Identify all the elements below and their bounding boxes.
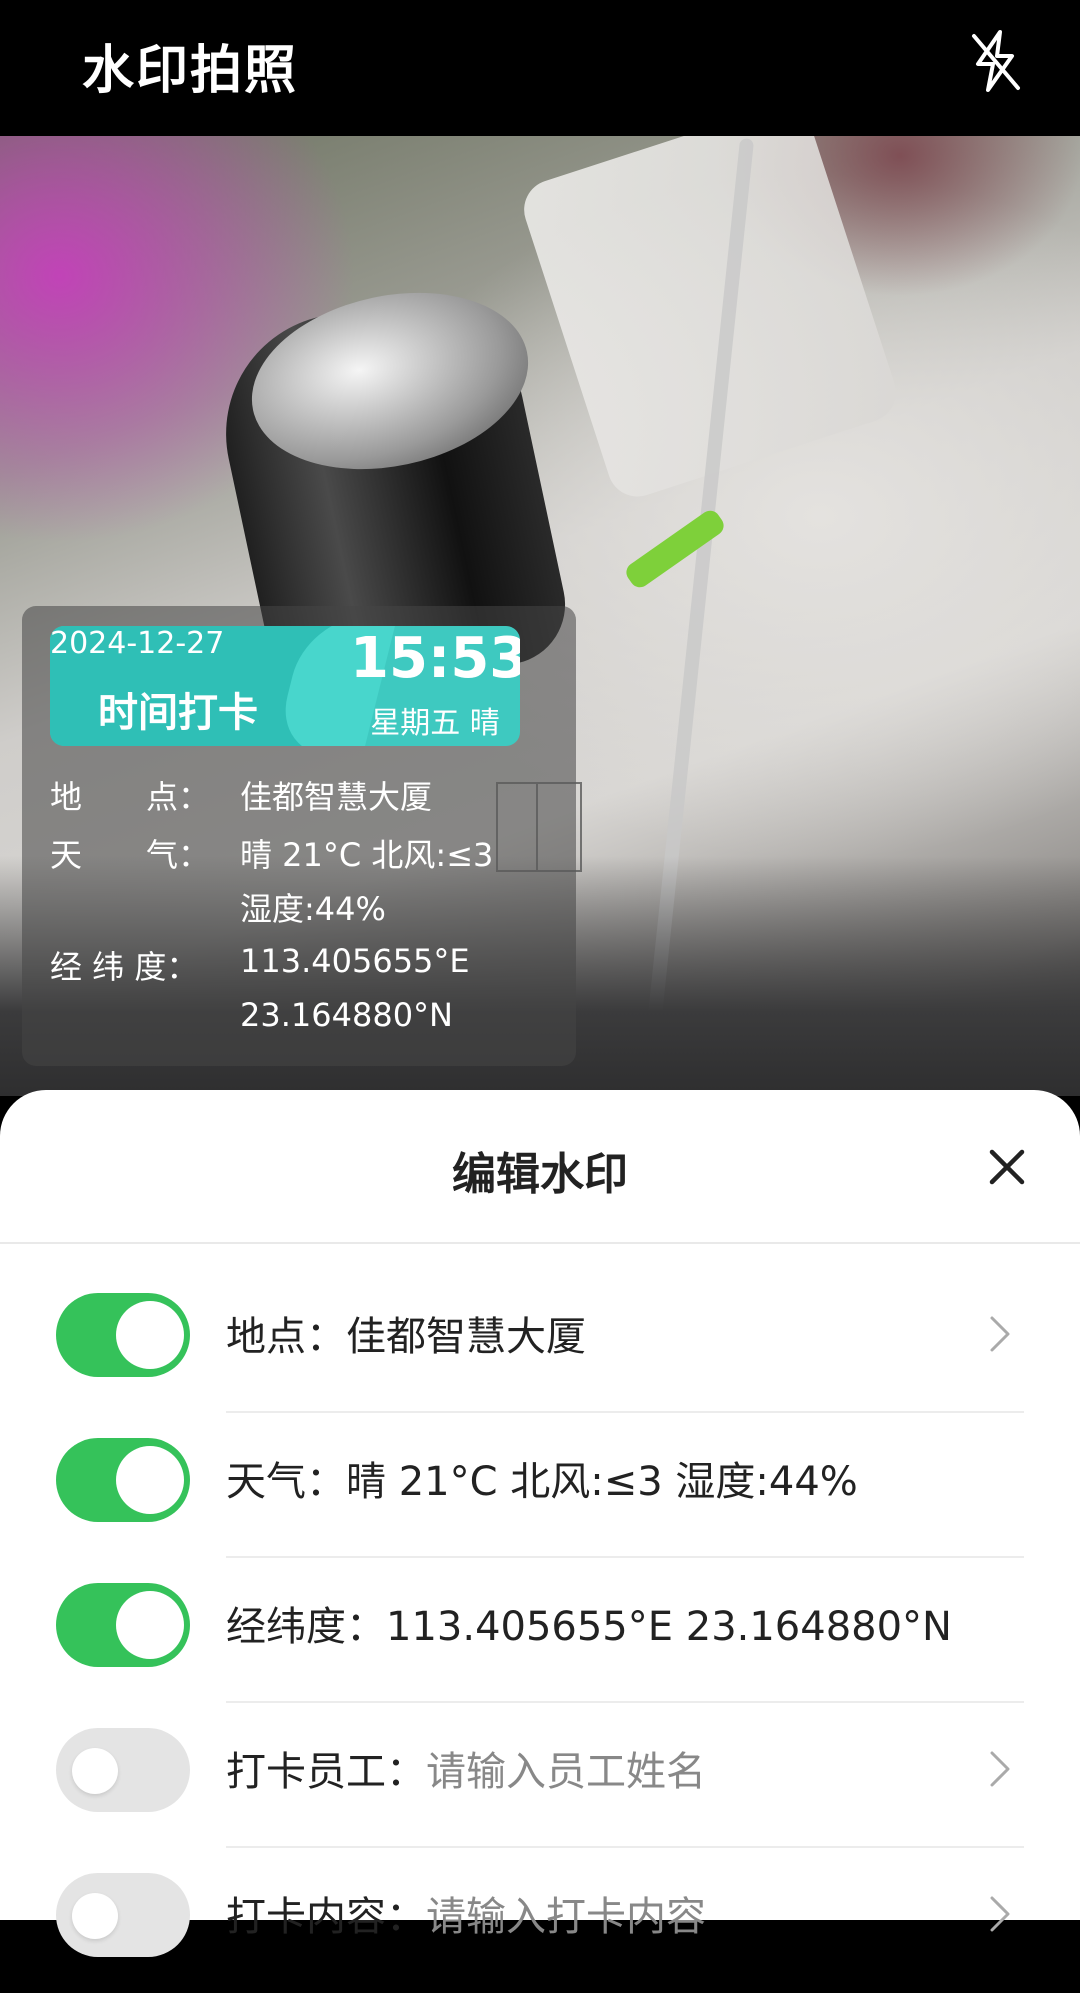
- coordinates-toggle[interactable]: [56, 1583, 190, 1667]
- page-title: 水印拍照: [82, 41, 299, 101]
- watermark-row-coordinates: 经 纬 度： 113.405655°E: [50, 942, 470, 988]
- setting-label: 打卡员工：: [226, 1749, 426, 1795]
- setting-item-weather[interactable]: 天气：晴 21°C 北风:≤3 湿度:44%: [0, 1413, 1080, 1558]
- watermark-row-key: 地 点：: [50, 778, 211, 816]
- chevron-right-icon[interactable]: [988, 1894, 1012, 1934]
- watermark-row-key: 天 气：: [50, 836, 211, 874]
- setting-label: 打卡内容：: [226, 1894, 426, 1940]
- setting-label: 天气：: [226, 1459, 346, 1505]
- watermark-title: 时间打卡: [98, 690, 258, 736]
- setting-item-content[interactable]: 打卡内容：请输入打卡内容: [0, 1848, 1080, 1993]
- setting-item-text: 经纬度：113.405655°E 23.164880°N: [226, 1594, 952, 1652]
- edit-watermark-sheet: 编辑水印 地点：佳都智慧大厦 天气：晴 21°C 北风:≤3 湿度:44% 经纬…: [0, 1090, 1080, 1957]
- setting-item-location[interactable]: 地点：佳都智慧大厦: [0, 1268, 1080, 1413]
- setting-value: 晴 21°C 北风:≤3 湿度:44%: [346, 1459, 858, 1505]
- content-toggle[interactable]: [56, 1873, 190, 1957]
- preview-object: [622, 506, 728, 592]
- setting-item-coordinates[interactable]: 经纬度：113.405655°E 23.164880°N: [0, 1558, 1080, 1703]
- toggle-knob: [72, 1748, 118, 1794]
- setting-label: 经纬度：: [226, 1604, 386, 1650]
- watermark-row-value: 23.164880°N: [240, 996, 453, 1034]
- watermark-weekday-weather: 星期五 晴: [370, 706, 500, 741]
- watermark-row-value: 113.405655°E: [240, 942, 470, 980]
- setting-item-text: 打卡内容：请输入打卡内容: [226, 1884, 706, 1942]
- watermark-row-coordinates-cont: 23.164880°N: [50, 996, 453, 1034]
- weather-toggle[interactable]: [56, 1438, 190, 1522]
- watermark-row-weather: 天 气： 晴 21°C 北风:≤3: [50, 830, 493, 876]
- watermark-row-key: 经 纬 度：: [50, 948, 199, 986]
- top-bar: 水印拍照: [0, 0, 1080, 136]
- location-toggle[interactable]: [56, 1293, 190, 1377]
- watermark-row-value: 湿度:44%: [240, 890, 386, 928]
- setting-item-text: 天气：晴 21°C 北风:≤3 湿度:44%: [226, 1449, 858, 1507]
- chevron-right-icon[interactable]: [988, 1749, 1012, 1789]
- setting-label: 地点：: [226, 1314, 346, 1360]
- flash-off-icon[interactable]: [960, 26, 1030, 96]
- chevron-right-icon[interactable]: [988, 1314, 1012, 1354]
- setting-value: 佳都智慧大厦: [346, 1314, 586, 1360]
- toggle-knob: [116, 1446, 184, 1514]
- setting-item-text: 打卡员工：请输入员工姓名: [226, 1739, 706, 1797]
- setting-value: 113.405655°E 23.164880°N: [386, 1604, 952, 1650]
- focus-frame: [496, 782, 582, 872]
- watermark-header: 2024-12-27 时间打卡 15:53 星期五 晴: [50, 626, 520, 746]
- setting-item-text: 地点：佳都智慧大厦: [226, 1304, 586, 1362]
- employee-toggle[interactable]: [56, 1728, 190, 1812]
- toggle-knob: [72, 1893, 118, 1939]
- toggle-knob: [116, 1301, 184, 1369]
- watermark-row-value: 佳都智慧大厦: [240, 778, 433, 816]
- watermark-row-weather-cont: 湿度:44%: [50, 884, 386, 928]
- watermark-date: 2024-12-27: [50, 626, 225, 661]
- setting-item-employee[interactable]: 打卡员工：请输入员工姓名: [0, 1703, 1080, 1848]
- content-placeholder[interactable]: 请输入打卡内容: [426, 1894, 706, 1940]
- watermark-row-value: 晴 21°C 北风:≤3: [240, 836, 494, 874]
- watermark-time: 15:53: [350, 626, 520, 691]
- sheet-title: 编辑水印: [452, 1149, 628, 1200]
- close-icon[interactable]: [986, 1146, 1028, 1188]
- employee-name-placeholder[interactable]: 请输入员工姓名: [426, 1749, 706, 1795]
- divider: [0, 1242, 1080, 1244]
- watermark-row-location: 地 点： 佳都智慧大厦: [50, 772, 432, 818]
- toggle-knob: [116, 1591, 184, 1659]
